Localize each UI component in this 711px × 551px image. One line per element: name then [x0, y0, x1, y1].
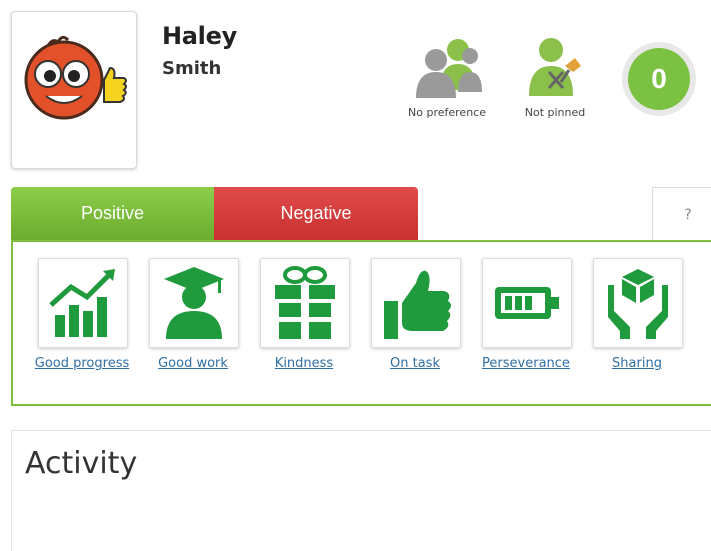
preference-label: No preference [408, 106, 486, 119]
award-label-kindness[interactable]: Kindness [275, 356, 333, 371]
award-perseverance[interactable] [482, 258, 572, 348]
award-on-task[interactable] [371, 258, 461, 348]
group-people-icon [416, 39, 482, 98]
hands-box-icon [608, 269, 668, 339]
help-button[interactable]: ? [652, 187, 711, 241]
tab-positive[interactable]: Positive [11, 187, 214, 240]
battery-icon [495, 287, 559, 319]
chart-up-icon [49, 269, 115, 337]
person-pin-icon [529, 38, 581, 96]
award-label-good-progress[interactable]: Good progress [35, 356, 130, 371]
points-value: 0 [628, 48, 690, 110]
award-good-work[interactable] [149, 258, 239, 348]
awards-panel: Good progress Good work Kindness On task [11, 240, 711, 406]
monster-avatar-icon [24, 35, 127, 120]
award-label-perseverance[interactable]: Perseverance [482, 356, 570, 371]
gift-icon [275, 266, 335, 339]
student-last-name: Smith [162, 58, 222, 79]
thumbs-up-icon [384, 270, 451, 339]
award-kindness[interactable] [260, 258, 350, 348]
activity-title: Activity [25, 446, 138, 481]
award-label-on-task[interactable]: On task [390, 356, 440, 371]
points-badge: 0 [622, 42, 696, 116]
pin-status-button[interactable]: Not pinned [513, 36, 597, 119]
graduate-icon [164, 267, 224, 339]
pinned-label: Not pinned [524, 106, 586, 119]
tab-negative[interactable]: Negative [214, 187, 418, 240]
student-avatar-card[interactable] [11, 11, 137, 169]
award-sharing[interactable] [593, 258, 683, 348]
award-label-sharing[interactable]: Sharing [612, 356, 662, 371]
award-label-good-work[interactable]: Good work [158, 356, 228, 371]
award-good-progress[interactable] [38, 258, 128, 348]
seating-preference-button[interactable]: No preference [398, 36, 496, 119]
student-first-name: Haley [162, 22, 237, 50]
